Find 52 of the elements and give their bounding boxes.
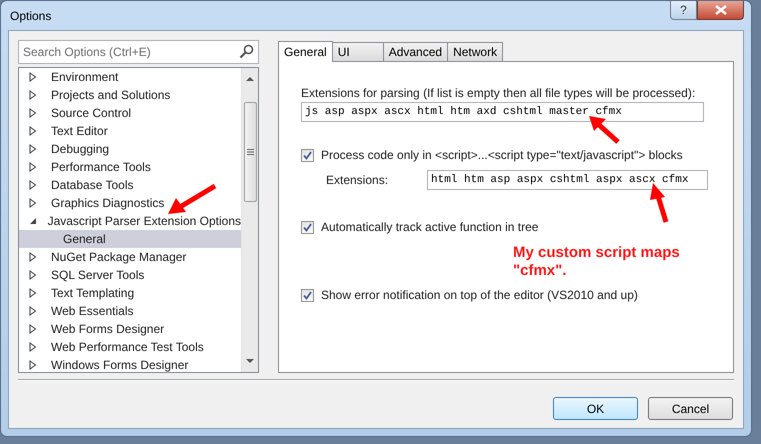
tree-item[interactable]: Web Performance Test Tools <box>19 338 241 356</box>
grip-icon <box>246 149 254 155</box>
check-icon <box>303 222 312 232</box>
expanded-icon <box>29 217 37 225</box>
arrow-drawing <box>589 116 620 144</box>
scrollbar-thumb[interactable] <box>244 102 256 202</box>
tree-item[interactable]: Web Forms Designer <box>19 320 241 338</box>
tree-item[interactable]: Javascript Parser Extension Options <box>19 212 241 230</box>
scrollbar[interactable] <box>241 68 258 372</box>
tree-item[interactable]: NuGet Package Manager <box>19 248 241 266</box>
tree-item[interactable]: Environment <box>19 68 241 86</box>
scroll-down-icon <box>246 359 254 364</box>
tree-item[interactable]: General <box>19 230 241 248</box>
tree-item[interactable]: Performance Tools <box>19 158 241 176</box>
input-field[interactable]: html htm asp aspx cshtml aspx ascx cfmx <box>427 170 708 190</box>
checkbox-label: Automatically track active function in tree <box>321 219 538 236</box>
close-icon <box>714 5 726 15</box>
check-icon <box>303 150 312 160</box>
input-field[interactable]: js asp aspx ascx html htm axd cshtml master cfmx <box>301 102 704 122</box>
field-label: Extensions for parsing (If list is empty then all file types will be processed): <box>301 85 696 102</box>
tree-item[interactable]: Debugging <box>19 140 241 158</box>
checkbox-label: Process code only in <script>...<script type="text/javascript"> blocks <box>321 147 683 164</box>
checkbox[interactable] <box>301 148 314 162</box>
tree-item[interactable]: Source Control <box>19 104 241 122</box>
tab[interactable]: UI <box>332 42 384 61</box>
tab[interactable]: General <box>278 41 333 62</box>
window-title: Options <box>9 8 52 24</box>
checkbox[interactable] <box>301 220 314 234</box>
tree-item[interactable]: Web Essentials <box>19 302 241 320</box>
tree-item[interactable]: Windows Forms Designer <box>19 356 241 372</box>
arrow-drawing <box>650 183 668 223</box>
tab[interactable]: Advanced <box>382 42 448 61</box>
field-label: Extensions: <box>326 172 390 188</box>
tree-item[interactable]: Graphics Diagnostics <box>19 194 241 212</box>
checkbox[interactable] <box>301 288 314 302</box>
close-button[interactable] <box>697 1 744 20</box>
tab[interactable]: Network <box>447 42 504 61</box>
arrow-drawing <box>168 184 216 214</box>
dialog-button[interactable]: OK <box>553 397 638 420</box>
dialog-button[interactable]: Cancel <box>648 397 733 420</box>
tree-item[interactable]: Text Editor <box>19 122 241 140</box>
help-button[interactable]: ? <box>670 1 697 20</box>
annotation-text: My custom script maps "cfmx". <box>513 244 681 280</box>
checkbox-label: Show error notification on top of the editor (VS2010 and up) <box>321 287 638 304</box>
check-icon <box>303 290 312 300</box>
tree-item[interactable]: Text Templating <box>19 284 241 302</box>
scroll-up-icon <box>246 76 254 81</box>
tree-item[interactable]: Database Tools <box>19 176 241 194</box>
tree-item[interactable]: SQL Server Tools <box>19 266 241 284</box>
search-icon <box>239 44 254 59</box>
search-field[interactable]: Search Options (Ctrl+E) <box>18 40 259 64</box>
tree-item[interactable]: Projects and Solutions <box>19 86 241 104</box>
